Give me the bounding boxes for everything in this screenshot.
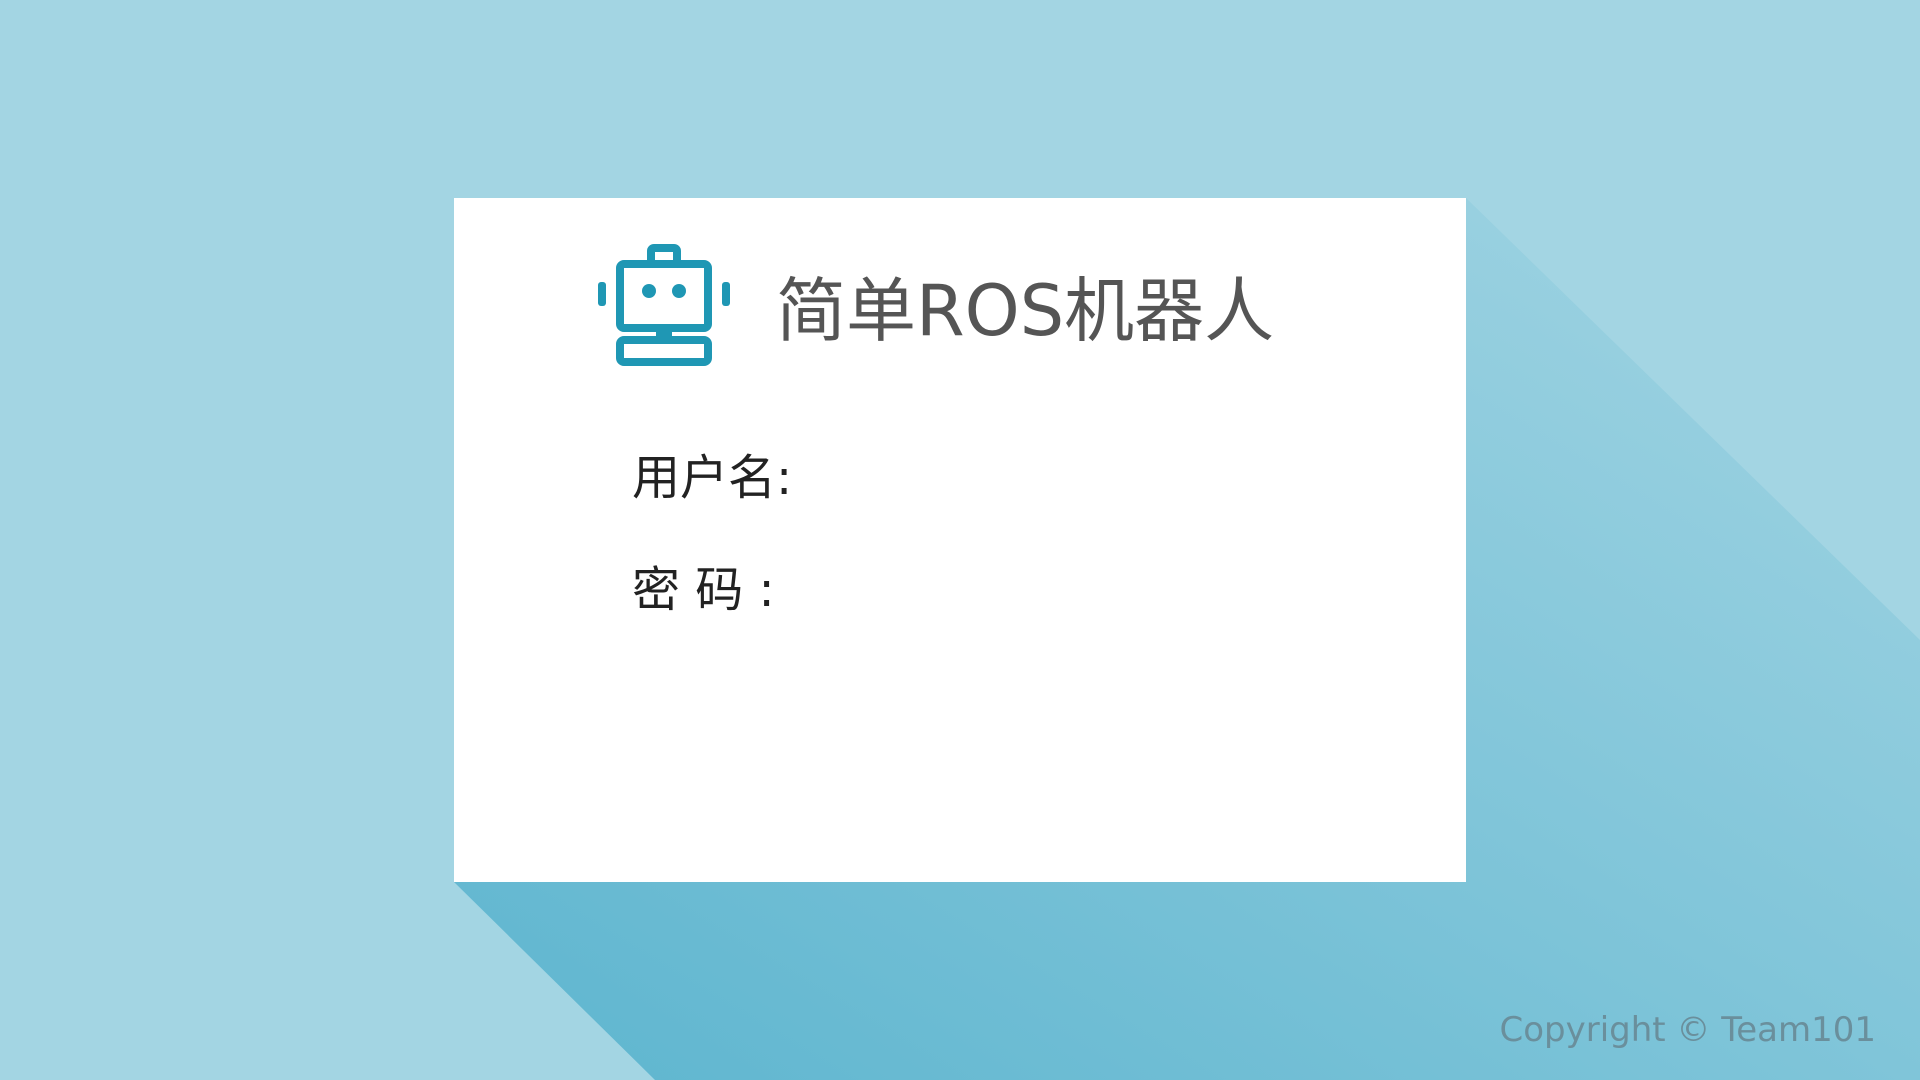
password-label: 密 码 : <box>632 562 775 618</box>
username-label: 用户名: <box>632 450 793 506</box>
login-card: 简单ROS机器人 用户名: 密 码 : <box>454 198 1466 882</box>
password-input[interactable] <box>814 558 1338 624</box>
robot-icon <box>598 244 730 366</box>
username-input[interactable] <box>814 446 1338 512</box>
copyright-text: Copyright © Team101 <box>1499 1010 1876 1050</box>
app-title: 简单ROS机器人 <box>776 270 1275 352</box>
